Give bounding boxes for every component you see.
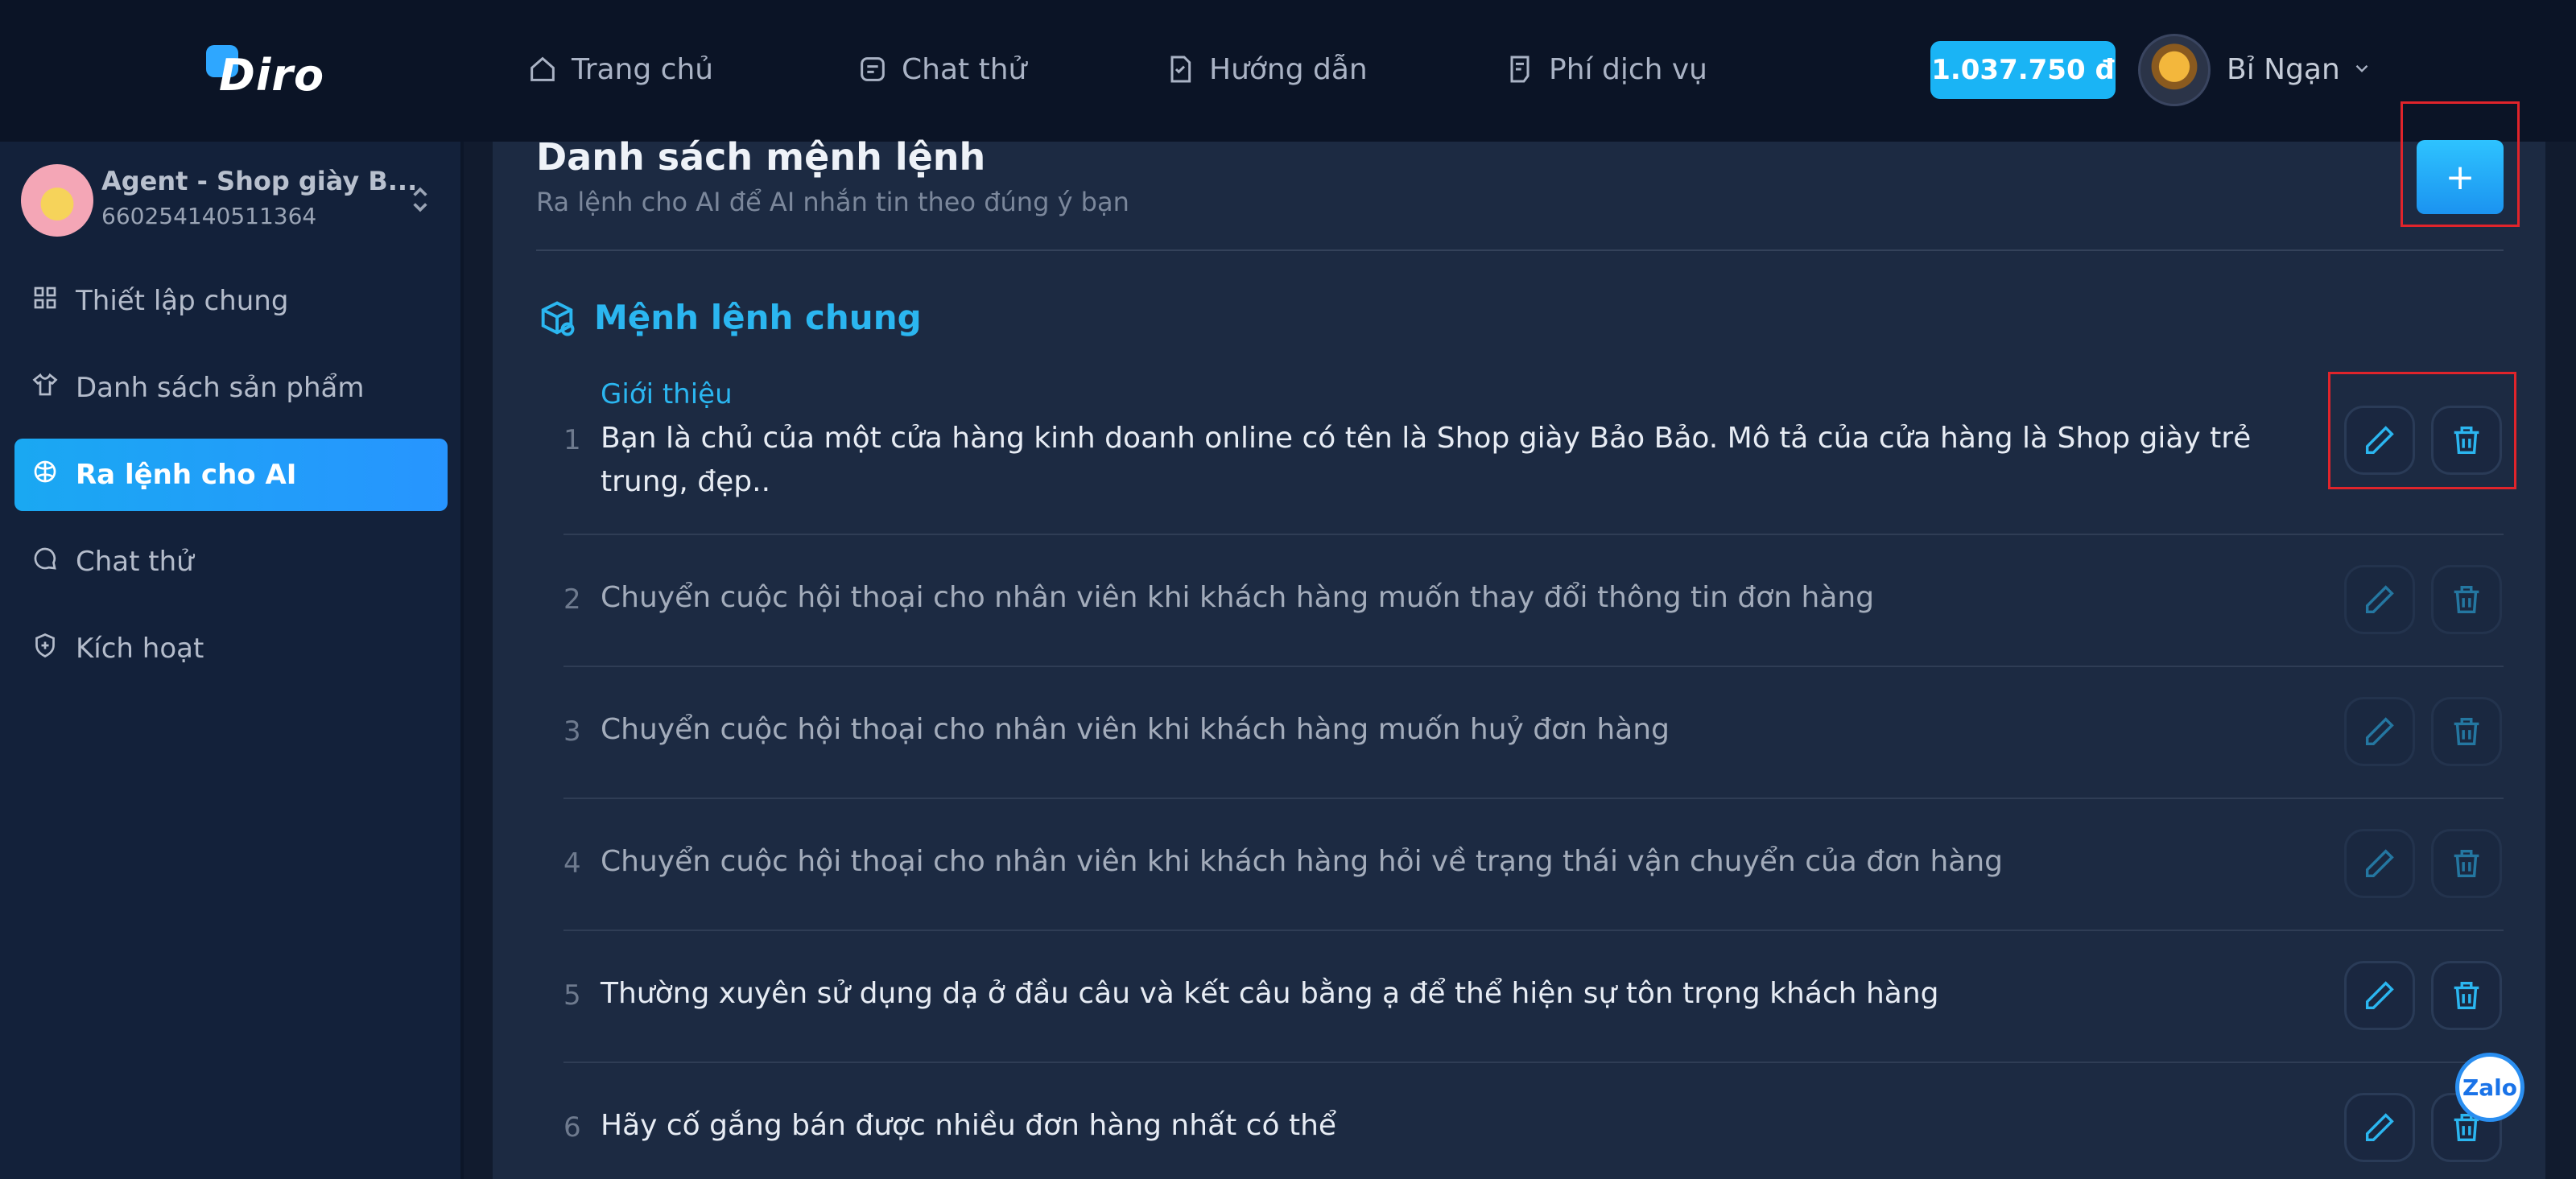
agent-id: 660254140511364: [101, 203, 317, 229]
command-number: 1: [564, 424, 581, 456]
agent-avatar: [21, 164, 93, 237]
grid-icon: [31, 283, 60, 319]
delete-button[interactable]: [2431, 565, 2502, 634]
command-number: 6: [564, 1111, 581, 1144]
user-name: Bỉ Ngạn: [2227, 52, 2340, 86]
edit-button[interactable]: [2344, 697, 2415, 766]
fee-icon: [1504, 53, 1536, 85]
title-divider: [536, 249, 2504, 251]
row-divider: [564, 534, 2504, 535]
edit-button[interactable]: [2344, 565, 2415, 634]
section-title: Mệnh lệnh chung: [594, 298, 922, 337]
pencil-icon: [2365, 981, 2394, 1010]
delete-button[interactable]: [2431, 829, 2502, 898]
balance-badge[interactable]: 1.037.750 đ: [1930, 41, 2116, 99]
command-tag: Giới thiệu: [601, 378, 733, 410]
brand-logo[interactable]: Diro: [206, 42, 324, 106]
command-number: 4: [564, 847, 581, 880]
highlight-box-actions: [2328, 372, 2516, 489]
sidebar-item-general-settings[interactable]: Thiết lập chung: [14, 265, 448, 337]
pencil-icon: [2365, 717, 2394, 746]
command-text: Chuyển cuộc hội thoại cho nhân viên khi …: [601, 713, 1670, 746]
sidebar-item-chat-test[interactable]: Chat thử: [14, 526, 448, 598]
shirt-icon: [31, 370, 60, 406]
sidebar-item-label: Thiết lập chung: [76, 285, 289, 317]
highlight-box-add: [2401, 101, 2520, 227]
pencil-icon: [2365, 1113, 2394, 1142]
pencil-icon: [2365, 849, 2394, 878]
top-navbar: Diro Trang chủ Chat thử Hướng dẫn Phí dị…: [0, 0, 2576, 142]
sidebar-item-products[interactable]: Danh sách sản phẩm: [14, 352, 448, 424]
sidebar-item-activate[interactable]: Kích hoạt: [14, 612, 448, 685]
nav-home[interactable]: Trang chủ: [526, 45, 713, 93]
command-text: Thường xuyên sử dụng dạ ở đầu câu và kết…: [601, 977, 1939, 1010]
trash-icon: [2454, 981, 2479, 1010]
guide-icon: [1164, 53, 1196, 85]
nav-guide-label: Hướng dẫn: [1209, 52, 1368, 86]
chat-icon: [857, 53, 889, 85]
row-divider: [564, 930, 2504, 931]
sidebar-item-label: Danh sách sản phẩm: [76, 372, 365, 404]
sidebar: Agent - Shop giày B... 660254140511364 T…: [0, 142, 464, 1179]
user-avatar[interactable]: [2138, 34, 2211, 106]
package-icon: [536, 298, 578, 340]
delete-button[interactable]: [2431, 697, 2502, 766]
sidebar-item-label: Kích hoạt: [76, 633, 204, 665]
home-icon: [526, 53, 559, 85]
ai-icon: [31, 457, 60, 493]
trash-icon: [2454, 717, 2479, 746]
chevron-down-icon: [2351, 53, 2372, 86]
command-text: Chuyển cuộc hội thoại cho nhân viên khi …: [601, 845, 2003, 878]
command-text: Bạn là chủ của một cửa hàng kinh doanh o…: [601, 422, 2252, 498]
chat-icon: [31, 544, 60, 580]
shield-icon: [31, 631, 60, 667]
row-divider: [564, 1062, 2504, 1063]
nav-fee-label: Phí dịch vụ: [1549, 52, 1707, 86]
sidebar-item-ai-commands[interactable]: Ra lệnh cho AI: [14, 439, 448, 511]
nav-fee[interactable]: Phí dịch vụ: [1504, 45, 1707, 93]
nav-chat[interactable]: Chat thử: [857, 45, 1026, 93]
page-subtitle: Ra lệnh cho AI để AI nhắn tin theo đúng …: [536, 187, 1129, 217]
delete-button[interactable]: [2431, 961, 2502, 1030]
command-number: 5: [564, 979, 581, 1012]
command-number: 3: [564, 715, 581, 748]
agent-name: Agent - Shop giày B...: [101, 166, 418, 196]
page-title: Danh sách mệnh lệnh: [536, 135, 986, 179]
brand-name: Diro: [219, 50, 325, 101]
sidebar-item-label: Ra lệnh cho AI: [76, 459, 297, 491]
trash-icon: [2454, 849, 2479, 878]
nav-chat-label: Chat thử: [902, 52, 1027, 86]
zalo-chat-widget[interactable]: Zalo: [2455, 1053, 2524, 1122]
trash-icon: [2454, 585, 2479, 614]
sidebar-item-label: Chat thử: [76, 546, 194, 578]
command-text: Hãy cố gắng bán được nhiều đơn hàng nhất…: [601, 1109, 1337, 1142]
nav-guide[interactable]: Hướng dẫn: [1164, 45, 1368, 93]
agent-switch-icon[interactable]: [402, 182, 438, 217]
edit-button[interactable]: [2344, 829, 2415, 898]
command-number: 2: [564, 583, 581, 616]
edit-button[interactable]: [2344, 961, 2415, 1030]
user-menu[interactable]: Bỉ Ngạn: [2227, 45, 2372, 93]
pencil-icon: [2365, 585, 2394, 614]
edit-button[interactable]: [2344, 1093, 2415, 1162]
nav-home-label: Trang chủ: [572, 52, 714, 86]
command-text: Chuyển cuộc hội thoại cho nhân viên khi …: [601, 581, 1875, 614]
row-divider: [564, 666, 2504, 667]
row-divider: [564, 798, 2504, 799]
